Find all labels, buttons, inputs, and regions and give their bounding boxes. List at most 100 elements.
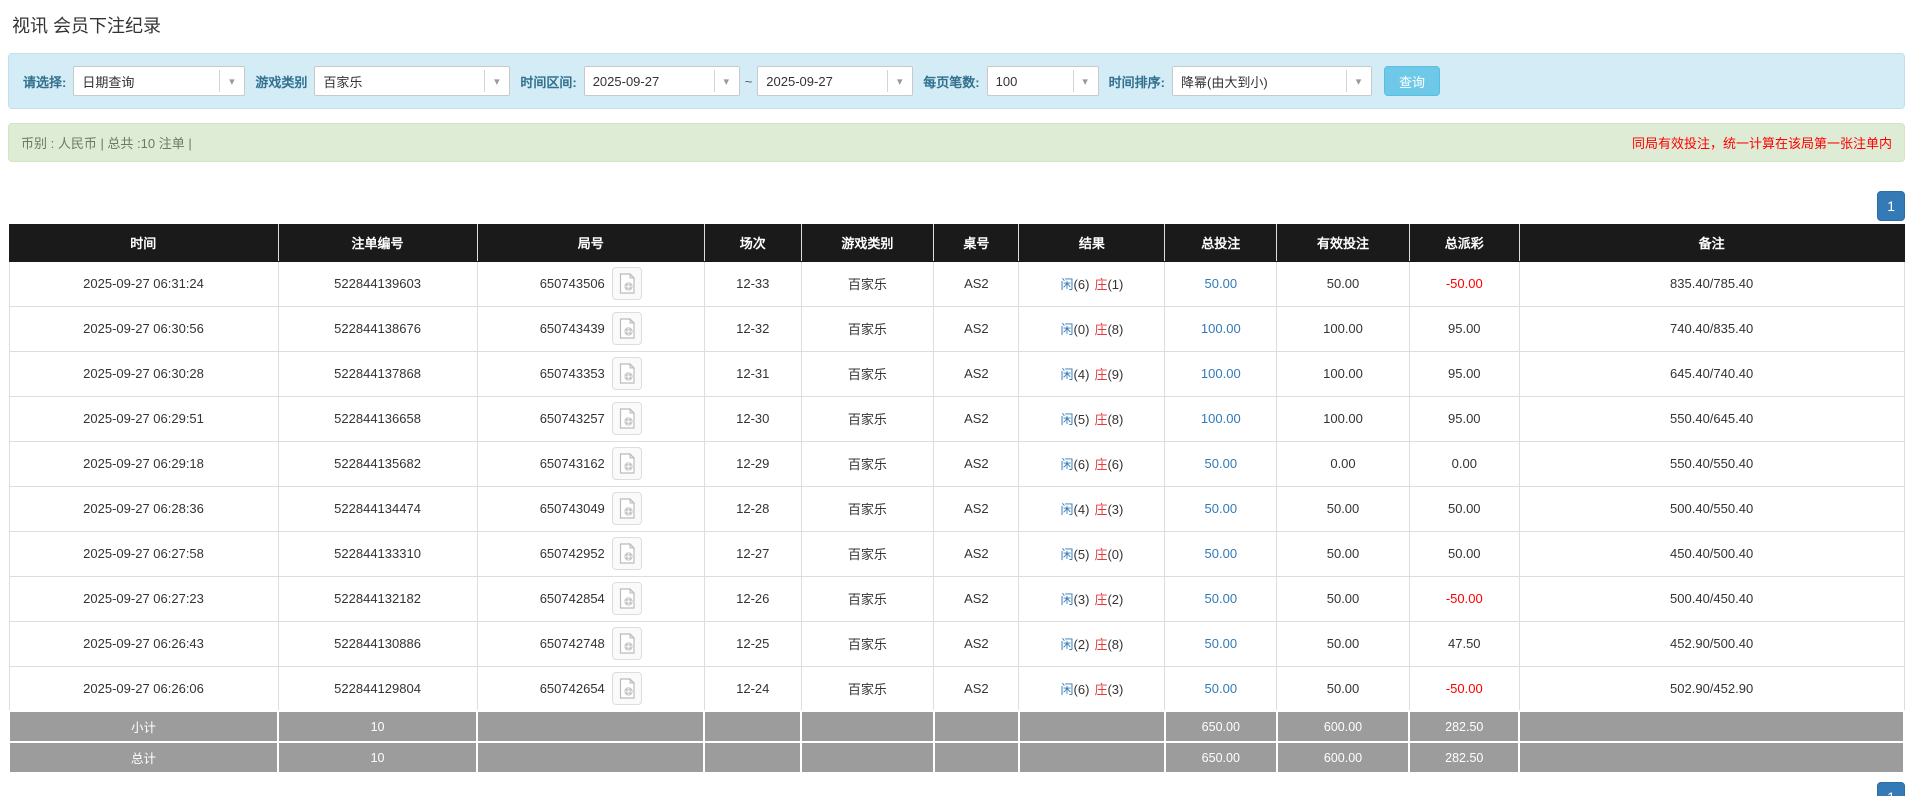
result-player: 闲(6) <box>1061 457 1090 472</box>
cell-payout: 50.00 <box>1409 531 1519 576</box>
cell-bet-id: 522844137868 <box>278 351 477 396</box>
cell-round-id: 650743049 <box>477 486 704 531</box>
cell-bet-id: 522844136658 <box>278 396 477 441</box>
cell-remark: 452.90/500.40 <box>1519 621 1904 666</box>
result-banker: 庄(8) <box>1094 322 1123 337</box>
video-replay-button[interactable] <box>612 492 642 525</box>
video-replay-button[interactable] <box>612 447 642 480</box>
video-replay-button[interactable] <box>612 627 642 660</box>
page-1-button[interactable]: 1 <box>1877 191 1905 221</box>
video-replay-button[interactable] <box>612 267 642 300</box>
date-from-combobox[interactable]: 2025-09-27 ▾ <box>584 66 740 96</box>
bet-records-table: 时间注单编号局号场次游戏类别桌号结果总投注有效投注总派彩备注 2025-09-2… <box>8 224 1905 774</box>
cell-remark: 450.40/500.40 <box>1519 531 1904 576</box>
cell-total-bet-link[interactable]: 50.00 <box>1165 261 1277 306</box>
game-type-combobox[interactable]: 百家乐 ▾ <box>314 66 510 96</box>
page-size-combobox[interactable]: 100 ▾ <box>987 66 1099 96</box>
range-separator: ~ <box>745 74 753 89</box>
cell-total-bet-link[interactable]: 50.00 <box>1165 531 1277 576</box>
cell-session: 12-30 <box>704 396 801 441</box>
query-type-combobox[interactable]: 日期查询 ▾ <box>73 66 245 96</box>
cell-valid-bet: 0.00 <box>1277 441 1410 486</box>
cell-round-id: 650742952 <box>477 531 704 576</box>
cell-game-type: 百家乐 <box>801 306 934 351</box>
cell-game-type: 百家乐 <box>801 261 934 306</box>
cell-round-id: 650743439 <box>477 306 704 351</box>
column-header: 局号 <box>477 224 704 261</box>
table-row: 2025-09-27 06:31:24 522844139603 6507435… <box>9 261 1904 306</box>
cell-payout: -50.00 <box>1409 666 1519 711</box>
cell-payout: -50.00 <box>1409 576 1519 621</box>
column-header: 总派彩 <box>1409 224 1519 261</box>
date-to-value: 2025-09-27 <box>758 74 887 89</box>
sort-order-combobox[interactable]: 降幂(由大到小) ▾ <box>1172 66 1372 96</box>
subtotal-payout: 282.50 <box>1409 711 1519 742</box>
cell-total-bet-link[interactable]: 50.00 <box>1165 666 1277 711</box>
result-banker: 庄(8) <box>1094 412 1123 427</box>
result-banker: 庄(1) <box>1094 277 1123 292</box>
cell-game-type: 百家乐 <box>801 576 934 621</box>
cell-session: 12-26 <box>704 576 801 621</box>
date-to-combobox[interactable]: 2025-09-27 ▾ <box>757 66 913 96</box>
query-type-value: 日期查询 <box>74 72 219 91</box>
query-type-label: 请选择: <box>23 72 66 91</box>
cell-total-bet-link[interactable]: 50.00 <box>1165 441 1277 486</box>
video-replay-button[interactable] <box>612 537 642 570</box>
cell-session: 12-28 <box>704 486 801 531</box>
query-button[interactable]: 查询 <box>1384 66 1440 96</box>
cell-valid-bet: 100.00 <box>1277 396 1410 441</box>
cell-table-no: AS2 <box>934 666 1019 711</box>
chevron-down-icon: ▾ <box>714 70 738 92</box>
result-player: 闲(0) <box>1061 322 1090 337</box>
cell-total-bet-link[interactable]: 50.00 <box>1165 576 1277 621</box>
cell-result: 闲(5)庄(8) <box>1019 396 1165 441</box>
video-replay-button[interactable] <box>612 672 642 705</box>
page-1-button[interactable]: 1 <box>1877 782 1905 796</box>
total-total-bet: 650.00 <box>1165 742 1277 773</box>
total-valid-bet: 600.00 <box>1277 742 1410 773</box>
cell-table-no: AS2 <box>934 486 1019 531</box>
cell-remark: 550.40/550.40 <box>1519 441 1904 486</box>
video-document-icon <box>618 363 636 384</box>
cell-total-bet-link[interactable]: 100.00 <box>1165 306 1277 351</box>
video-replay-button[interactable] <box>612 582 642 615</box>
column-header: 场次 <box>704 224 801 261</box>
cell-game-type: 百家乐 <box>801 351 934 396</box>
cell-session: 12-31 <box>704 351 801 396</box>
video-replay-button[interactable] <box>612 357 642 390</box>
cell-payout: 47.50 <box>1409 621 1519 666</box>
total-count: 10 <box>278 742 477 773</box>
column-header: 注单编号 <box>278 224 477 261</box>
table-row: 2025-09-27 06:30:56 522844138676 6507434… <box>9 306 1904 351</box>
table-row: 2025-09-27 06:30:28 522844137868 6507433… <box>9 351 1904 396</box>
round-number: 650742952 <box>540 546 605 561</box>
cell-total-bet-link[interactable]: 50.00 <box>1165 621 1277 666</box>
cell-round-id: 650743257 <box>477 396 704 441</box>
cell-remark: 645.40/740.40 <box>1519 351 1904 396</box>
result-player: 闲(5) <box>1061 547 1090 562</box>
cell-bet-id: 522844134474 <box>278 486 477 531</box>
cell-result: 闲(0) 庄(8) <box>1019 306 1165 351</box>
cell-round-id: 650743506 <box>477 261 704 306</box>
subtotal-total-bet: 650.00 <box>1165 711 1277 742</box>
cell-table-no: AS2 <box>934 351 1019 396</box>
video-replay-button[interactable] <box>612 402 642 435</box>
cell-total-bet-link[interactable]: 100.00 <box>1165 396 1277 441</box>
cell-table-no: AS2 <box>934 441 1019 486</box>
cell-table-no: AS2 <box>934 531 1019 576</box>
cell-total-bet-link[interactable]: 100.00 <box>1165 351 1277 396</box>
round-number: 650743257 <box>540 411 605 426</box>
pagination-bottom: 1 <box>8 782 1905 796</box>
cell-time: 2025-09-27 06:27:58 <box>9 531 278 576</box>
cell-valid-bet: 50.00 <box>1277 531 1410 576</box>
cell-time: 2025-09-27 06:30:28 <box>9 351 278 396</box>
result-banker: 庄(8) <box>1094 637 1123 652</box>
cell-total-bet-link[interactable]: 50.00 <box>1165 486 1277 531</box>
valid-bet-notice: 同局有效投注，统一计算在该局第一张注单内 <box>1632 133 1892 152</box>
result-banker: 庄(6) <box>1094 457 1123 472</box>
sort-order-label: 时间排序: <box>1109 72 1165 91</box>
video-replay-button[interactable] <box>612 312 642 345</box>
cell-game-type: 百家乐 <box>801 531 934 576</box>
video-document-icon <box>618 453 636 474</box>
result-banker: 庄(2) <box>1094 592 1123 607</box>
